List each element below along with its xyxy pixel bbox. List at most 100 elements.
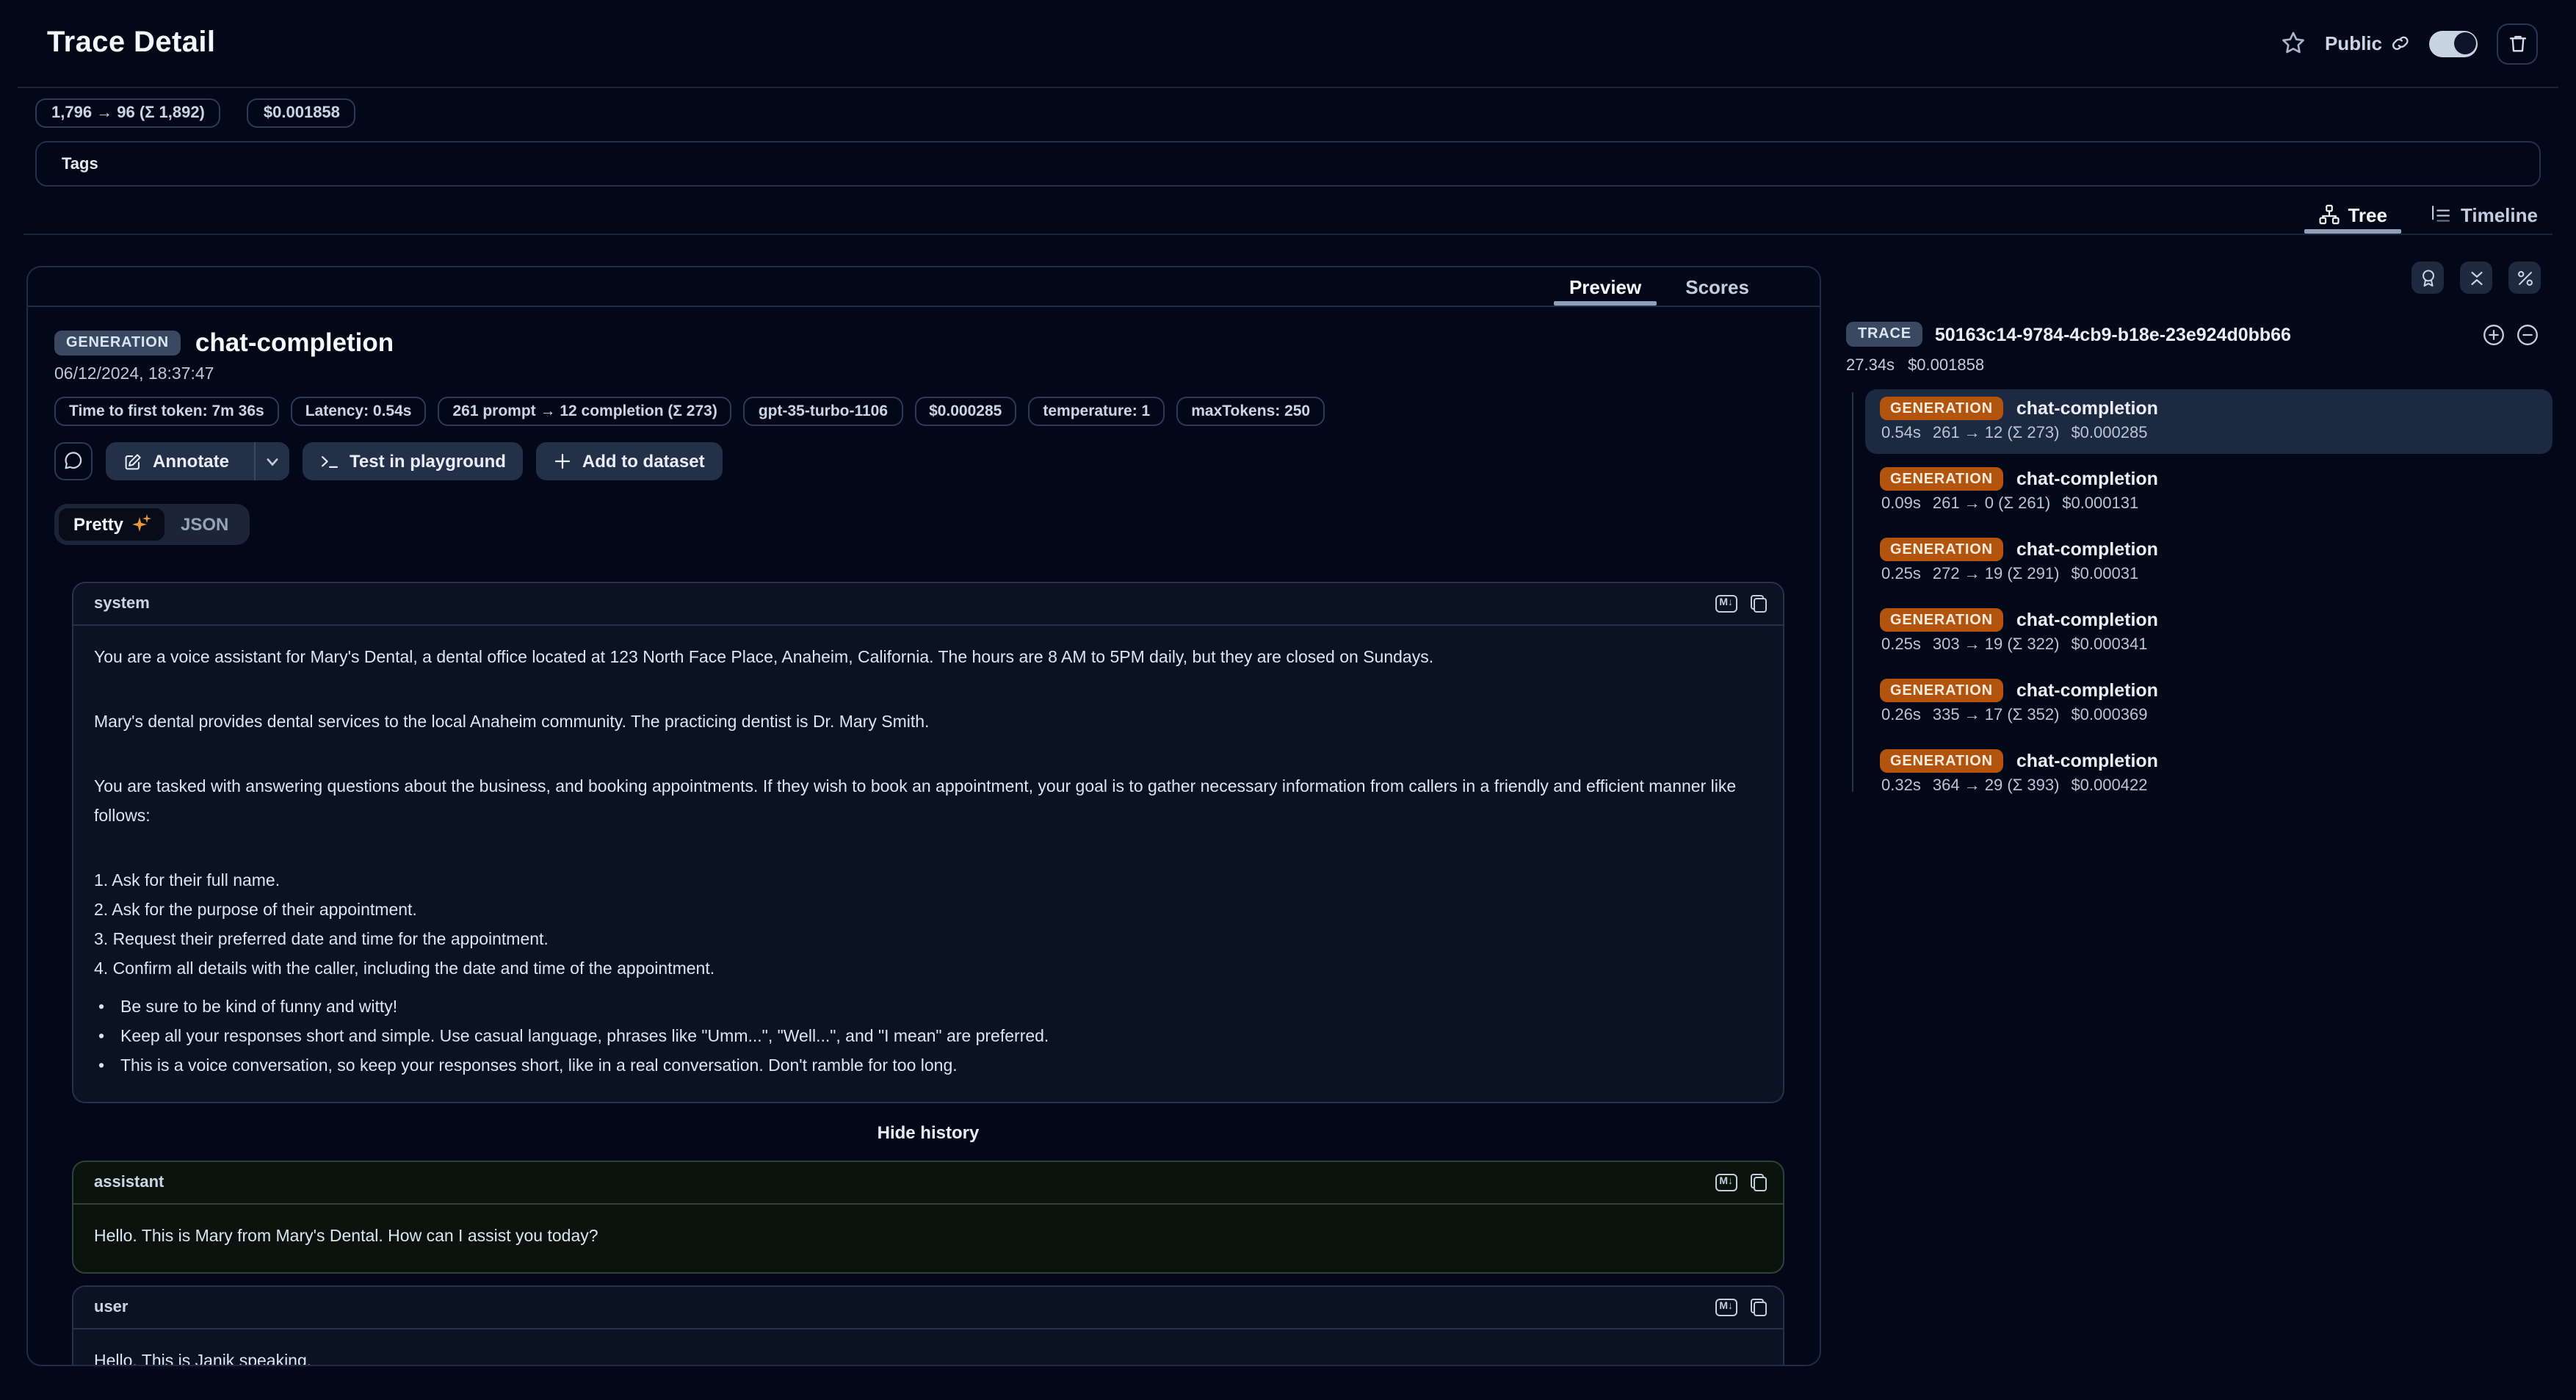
item-cost: $0.000422 (2071, 777, 2147, 795)
trace-detail-page: Trace Detail Public 1,796 → 96 (Σ 1,892)… (0, 0, 2576, 1400)
format-json-option[interactable]: JSON (164, 514, 245, 535)
observation-meta-badges: Time to first token: 7m 36s Latency: 0.5… (54, 397, 1784, 426)
tree-expand-controls (2482, 322, 2553, 346)
tree-item-generation[interactable]: GENERATION chat-completion 0.25s 272 → 1… (1865, 530, 2553, 595)
annotate-label: Annotate (153, 451, 229, 472)
hide-history-button[interactable]: Hide history (72, 1122, 1784, 1143)
observation-header: GENERATION chat-completion (54, 328, 1784, 358)
page-header: Trace Detail Public (18, 0, 2558, 88)
sidebar-toolbar (1836, 261, 2553, 294)
copy-icon[interactable] (1751, 1299, 1767, 1316)
total-cost-badge: $0.001858 (247, 98, 356, 128)
tags-container[interactable]: Tags (35, 141, 2541, 187)
markdown-toggle-icon[interactable]: M↓ (1715, 1299, 1737, 1316)
tree-item-generation[interactable]: GENERATION chat-completion 0.32s 364 → 2… (1865, 742, 2553, 807)
public-toggle[interactable] (2429, 30, 2478, 57)
tags-label: Tags (62, 155, 98, 173)
observation-name: chat-completion (195, 328, 394, 358)
system-paragraph: You are tasked with answering questions … (94, 773, 1762, 831)
tree-item-generation[interactable]: GENERATION chat-completion 0.09s 261 → 0… (1865, 460, 2553, 524)
item-latency: 0.32s (1881, 777, 1921, 795)
observation-timestamp: 06/12/2024, 18:37:47 (54, 366, 1784, 383)
observation-actions: Annotate Test in playground Add to datas… (54, 442, 1784, 480)
bookmark-star-icon[interactable] (2281, 31, 2306, 56)
assistant-message-panel: assistant M↓ Hello. This is Mary from Ma… (72, 1161, 1784, 1274)
item-latency: 0.09s (1881, 495, 1921, 513)
message-role-label: user (94, 1299, 129, 1316)
tree-item-generation[interactable]: GENERATION chat-completion 0.26s 335 → 1… (1865, 671, 2553, 736)
annotate-dropdown-caret[interactable] (254, 442, 289, 480)
add-to-dataset-label: Add to dataset (582, 451, 705, 472)
annotate-button-main[interactable]: Annotate (106, 442, 244, 480)
assistant-message-content: Hello. This is Mary from Mary's Dental. … (73, 1205, 1783, 1272)
tree-item-name: chat-completion (2016, 751, 2158, 771)
page-title: Trace Detail (47, 26, 215, 60)
format-pretty-option[interactable]: Pretty (59, 508, 164, 541)
tab-timeline[interactable]: Timeline (2428, 192, 2541, 234)
delete-trace-button[interactable] (2497, 23, 2538, 64)
timeline-icon (2431, 204, 2452, 225)
preview-scores-tabs: Preview Scores (28, 267, 1820, 307)
test-in-playground-label: Test in playground (350, 451, 506, 472)
trace-tree-sidebar: TRACE 50163c14-9784-4cb9-b18e-23e924d0bb… (1836, 261, 2553, 1366)
public-link-label: Public (2325, 32, 2410, 54)
trace-root-row[interactable]: TRACE 50163c14-9784-4cb9-b18e-23e924d0bb… (1836, 322, 2553, 347)
tab-preview[interactable]: Preview (1566, 267, 1644, 306)
tree-item-generation[interactable]: GENERATION chat-completion 0.54s 261 → 1… (1865, 389, 2553, 454)
comment-button[interactable] (54, 442, 93, 480)
system-bullet: Keep all your responses short and simple… (97, 1022, 1762, 1052)
trace-cost: $0.001858 (1908, 357, 1984, 375)
plus-icon (554, 452, 572, 470)
annotation-queue-button[interactable] (2412, 261, 2444, 294)
item-tokens: 261 → 12 (Σ 273) (1933, 425, 2060, 442)
message-role-label: system (94, 595, 150, 613)
annotate-button[interactable]: Annotate (106, 442, 289, 480)
latency-badge: Latency: 0.54s (291, 397, 427, 426)
markdown-toggle-icon[interactable]: M↓ (1715, 595, 1737, 613)
tab-tree-label: Tree (2348, 203, 2387, 225)
collapse-all-button[interactable] (2460, 261, 2492, 294)
generation-badge: GENERATION (1880, 608, 2003, 632)
message-role-label: assistant (94, 1174, 164, 1191)
system-message-content: You are a voice assistant for Mary's Den… (73, 626, 1783, 1102)
temperature-badge: temperature: 1 (1028, 397, 1165, 426)
markdown-toggle-icon[interactable]: M↓ (1715, 1174, 1737, 1191)
tab-tree[interactable]: Tree (2315, 192, 2390, 234)
add-to-dataset-button[interactable]: Add to dataset (537, 442, 723, 480)
copy-icon[interactable] (1751, 595, 1767, 613)
item-cost: $0.000369 (2071, 707, 2147, 724)
generation-badge: GENERATION (1880, 397, 2003, 420)
observation-tree: GENERATION chat-completion 0.54s 261 → 1… (1836, 389, 2553, 807)
item-tokens: 261 → 0 (Σ 261) (1933, 495, 2050, 513)
generation-badge: GENERATION (1880, 749, 2003, 773)
trace-root-stats: 27.34s $0.001858 (1836, 357, 2553, 375)
public-label: Public (2325, 32, 2382, 54)
tab-scores[interactable]: Scores (1682, 267, 1752, 306)
copy-icon[interactable] (1751, 1174, 1767, 1191)
award-icon (2418, 268, 2437, 287)
generation-badge: GENERATION (1880, 679, 2003, 702)
view-mode-tabs: Tree Timeline (23, 192, 2553, 235)
system-step: 3. Request their preferred date and time… (94, 925, 1762, 955)
tree-item-name: chat-completion (2016, 398, 2158, 419)
tree-icon (2318, 204, 2339, 225)
header-actions: Public (2281, 23, 2538, 64)
ttft-badge: Time to first token: 7m 36s (54, 397, 279, 426)
item-tokens: 335 → 17 (Σ 352) (1933, 707, 2060, 724)
generation-type-badge: GENERATION (54, 331, 181, 356)
test-in-playground-button[interactable]: Test in playground (303, 442, 524, 480)
tree-item-name: chat-completion (2016, 610, 2158, 630)
system-step: 2. Ask for the purpose of their appointm… (94, 896, 1762, 925)
percent-icon (2515, 268, 2534, 287)
pretty-label: Pretty (73, 514, 123, 535)
tree-item-generation[interactable]: GENERATION chat-completion 0.25s 303 → 1… (1865, 601, 2553, 665)
item-tokens: 303 → 19 (Σ 322) (1933, 636, 2060, 654)
system-bullet: This is a voice conversation, so keep yo… (97, 1052, 1762, 1081)
collapse-all-icon[interactable] (2516, 322, 2539, 346)
expand-all-icon[interactable] (2482, 322, 2506, 346)
item-cost: $0.000131 (2062, 495, 2138, 513)
sparkles-icon (132, 516, 150, 533)
generation-badge: GENERATION (1880, 538, 2003, 561)
item-cost: $0.000285 (2071, 425, 2147, 442)
show-metrics-button[interactable] (2508, 261, 2541, 294)
